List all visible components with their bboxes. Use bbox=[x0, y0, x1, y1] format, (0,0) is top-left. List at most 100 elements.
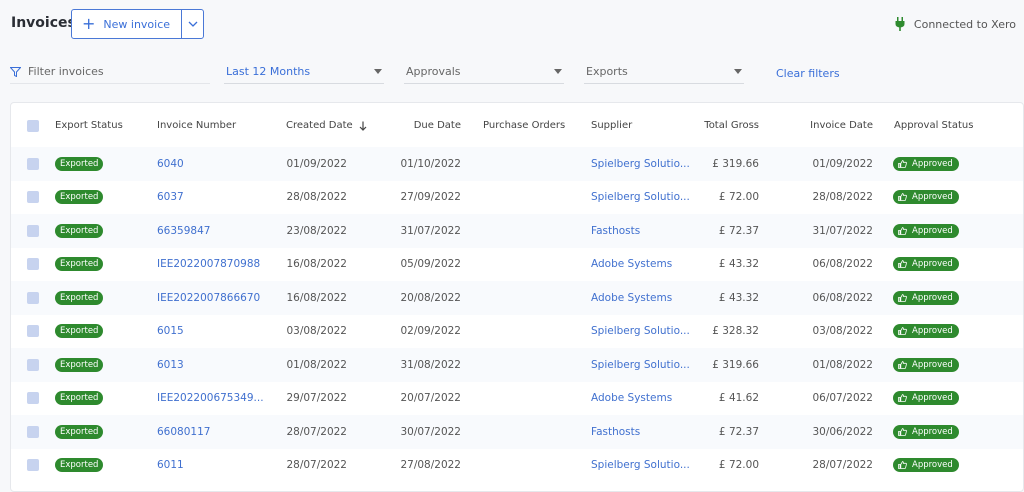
invoice-date: 31/07/2022 bbox=[812, 224, 873, 237]
export-status-badge: Exported bbox=[55, 458, 104, 473]
invoice-number-link[interactable]: IEE2022007870988 bbox=[157, 248, 260, 282]
invoice-number-link[interactable]: 6013 bbox=[157, 348, 184, 382]
arrow-down-icon bbox=[359, 121, 367, 131]
row-checkbox[interactable] bbox=[27, 425, 39, 438]
thumbs-up-icon bbox=[898, 293, 907, 302]
invoice-date: 01/09/2022 bbox=[812, 157, 873, 170]
top-bar: Invoices + New invoice Connected to Xero bbox=[0, 0, 1024, 50]
approval-status-text: Approved bbox=[912, 192, 953, 203]
table-row[interactable]: Exported IEE202200675349... 29/07/2022 20/0… bbox=[11, 382, 1023, 416]
total-gross: £ 41.62 bbox=[718, 392, 759, 405]
new-invoice-label: New invoice bbox=[103, 17, 171, 31]
table-row[interactable]: Exported 6037 28/08/2022 27/09/2022 Spielber… bbox=[11, 181, 1023, 215]
table-row[interactable]: Exported 6015 03/08/2022 02/09/2022 Spielber… bbox=[11, 315, 1023, 349]
col-invoice-number[interactable]: Invoice Number bbox=[157, 109, 236, 143]
thumbs-up-icon bbox=[898, 226, 907, 235]
select-all-checkbox-cell bbox=[27, 109, 39, 143]
exports-select[interactable]: Exports bbox=[584, 60, 744, 84]
invoice-number-link[interactable]: 6015 bbox=[157, 315, 184, 349]
row-checkbox-cell bbox=[27, 147, 39, 181]
approval-status-text: Approved bbox=[912, 426, 953, 437]
new-invoice-menu-button[interactable] bbox=[182, 10, 203, 38]
invoice-number-link[interactable]: 6040 bbox=[157, 147, 184, 181]
due-date: 20/07/2022 bbox=[400, 392, 461, 405]
date-range-select[interactable]: Last 12 Months bbox=[224, 60, 384, 84]
created-date: 23/08/2022 bbox=[286, 224, 347, 237]
row-checkbox[interactable] bbox=[27, 392, 39, 405]
col-due-date[interactable]: Due Date bbox=[371, 109, 461, 143]
total-gross: £ 72.37 bbox=[718, 425, 759, 438]
new-invoice-button[interactable]: + New invoice bbox=[72, 10, 183, 38]
invoice-number-link[interactable]: IEE202200675349... bbox=[157, 382, 264, 416]
connection-status-text: Connected to Xero bbox=[913, 17, 1016, 31]
col-supplier[interactable]: Supplier bbox=[591, 109, 632, 143]
col-approval-status[interactable]: Approval Status bbox=[894, 109, 973, 143]
invoices-table: Export Status Invoice Number Created Dat… bbox=[10, 102, 1024, 492]
approval-status-text: Approved bbox=[912, 292, 953, 303]
filters-bar: Filter invoices Last 12 Months Approvals… bbox=[0, 60, 1024, 86]
row-checkbox-cell bbox=[27, 348, 39, 382]
total-gross: £ 319.66 bbox=[712, 157, 759, 170]
col-purchase-orders[interactable]: Purchase Orders bbox=[483, 109, 565, 143]
table-row[interactable]: Exported 6040 01/09/2022 01/10/2022 Spielber… bbox=[11, 147, 1023, 181]
invoice-date: 01/08/2022 bbox=[812, 358, 873, 371]
supplier-link[interactable]: Fasthosts bbox=[591, 415, 640, 449]
table-row[interactable]: Exported IEE2022007866670 16/08/2022 20/08/… bbox=[11, 281, 1023, 315]
row-checkbox-cell bbox=[27, 181, 39, 215]
filter-invoices-input[interactable]: Filter invoices bbox=[10, 60, 210, 84]
export-status-cell: Exported bbox=[55, 415, 104, 449]
invoice-number-link[interactable]: 6011 bbox=[157, 449, 184, 483]
table-row[interactable]: Exported 66080117 28/07/2022 30/07/2022 Fast… bbox=[11, 415, 1023, 449]
table-row[interactable]: Exported 6013 01/08/2022 31/08/2022 Spielber… bbox=[11, 348, 1023, 382]
due-date: 31/08/2022 bbox=[400, 358, 461, 371]
row-checkbox[interactable] bbox=[27, 157, 39, 170]
row-checkbox[interactable] bbox=[27, 325, 39, 338]
plug-icon bbox=[895, 17, 905, 31]
invoice-date: 06/07/2022 bbox=[812, 392, 873, 405]
supplier-link[interactable]: Adobe Systems bbox=[591, 281, 672, 315]
supplier-link[interactable]: Adobe Systems bbox=[591, 382, 672, 416]
invoice-number-link[interactable]: 6037 bbox=[157, 181, 184, 215]
export-status-cell: Exported bbox=[55, 248, 104, 282]
supplier-link[interactable]: Fasthosts bbox=[591, 214, 640, 248]
approval-status-badge: Approved bbox=[893, 391, 959, 406]
row-checkbox[interactable] bbox=[27, 224, 39, 237]
approval-status-badge: Approved bbox=[893, 458, 959, 473]
invoice-number-link[interactable]: IEE2022007866670 bbox=[157, 281, 260, 315]
approval-status-cell: Approved bbox=[893, 449, 959, 483]
row-checkbox[interactable] bbox=[27, 191, 39, 204]
table-row[interactable]: Exported 66359847 23/08/2022 31/07/2022 Fast… bbox=[11, 214, 1023, 248]
approval-status-badge: Approved bbox=[893, 357, 959, 372]
select-all-checkbox[interactable] bbox=[27, 119, 39, 132]
approval-status-cell: Approved bbox=[893, 214, 959, 248]
export-status-badge: Exported bbox=[55, 290, 104, 305]
table-row[interactable]: Exported 6011 28/07/2022 27/08/2022 Spielber… bbox=[11, 449, 1023, 483]
clear-filters-link[interactable]: Clear filters bbox=[776, 67, 840, 80]
due-date: 27/08/2022 bbox=[400, 459, 461, 472]
col-export-status[interactable]: Export Status bbox=[55, 109, 123, 143]
chevron-down-icon bbox=[374, 69, 382, 74]
row-checkbox[interactable] bbox=[27, 358, 39, 371]
invoice-number-link[interactable]: 66359847 bbox=[157, 214, 210, 248]
invoice-number-link[interactable]: 66080117 bbox=[157, 415, 210, 449]
approval-status-text: Approved bbox=[912, 225, 953, 236]
table-row[interactable]: Exported IEE2022007870988 16/08/2022 05/09/… bbox=[11, 248, 1023, 282]
row-checkbox[interactable] bbox=[27, 258, 39, 271]
supplier-link[interactable]: Adobe Systems bbox=[591, 248, 672, 282]
created-date: 28/08/2022 bbox=[286, 191, 347, 204]
total-gross: £ 328.32 bbox=[712, 325, 759, 338]
due-date: 27/09/2022 bbox=[400, 191, 461, 204]
approval-status-cell: Approved bbox=[893, 281, 959, 315]
created-date: 29/07/2022 bbox=[286, 392, 347, 405]
due-date: 02/09/2022 bbox=[400, 325, 461, 338]
due-date: 05/09/2022 bbox=[400, 258, 461, 271]
approvals-select[interactable]: Approvals bbox=[404, 60, 564, 84]
row-checkbox-cell bbox=[27, 248, 39, 282]
col-total-gross[interactable]: Total Gross bbox=[671, 109, 759, 143]
row-checkbox[interactable] bbox=[27, 459, 39, 472]
row-checkbox[interactable] bbox=[27, 291, 39, 304]
invoice-date: 06/08/2022 bbox=[812, 291, 873, 304]
col-created-date-cell[interactable]: Created Date bbox=[286, 109, 367, 143]
col-invoice-date[interactable]: Invoice Date bbox=[781, 109, 873, 143]
invoice-date: 03/08/2022 bbox=[812, 325, 873, 338]
